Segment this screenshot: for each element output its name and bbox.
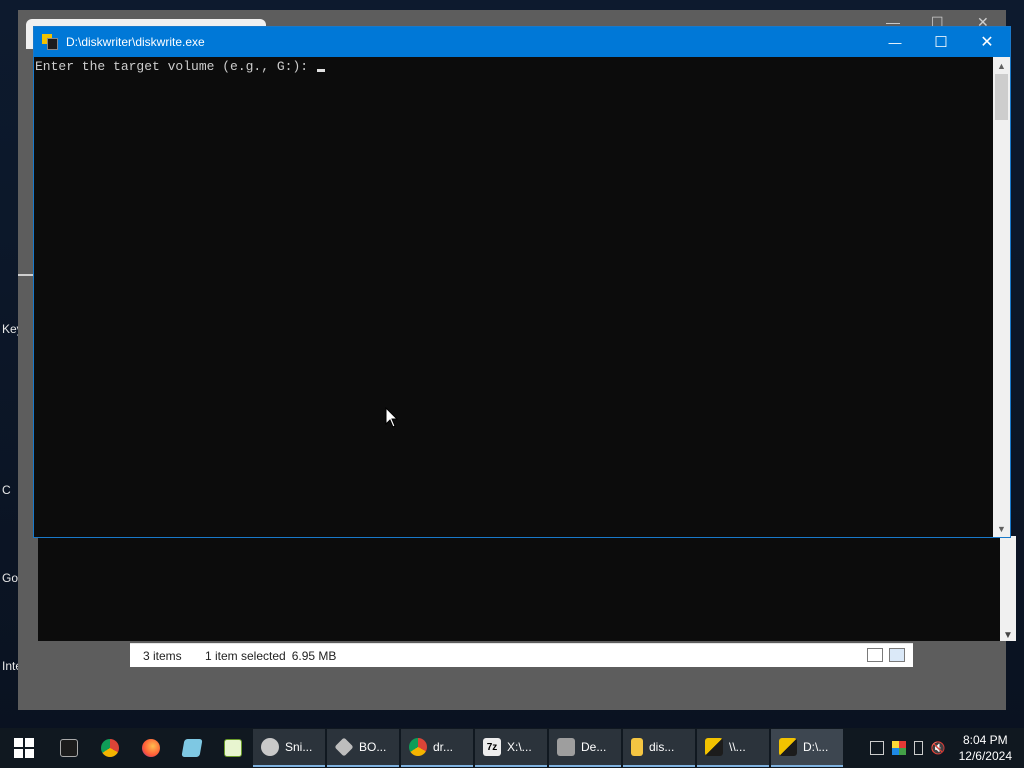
taskbar-item-label: BO... (359, 740, 387, 754)
scroll-down-icon[interactable]: ▼ (993, 520, 1010, 537)
explorer-scrollbar[interactable]: ▼ (1000, 536, 1016, 641)
taskbar-spreadsheet[interactable] (212, 728, 253, 768)
taskbar-notepad[interactable] (171, 728, 212, 768)
taskbar-item-label: Sni... (285, 740, 313, 754)
taskbar-item-label: X:\... (507, 740, 532, 754)
taskbar-item-snipping[interactable]: Sni... (253, 729, 325, 767)
scroll-down-icon[interactable]: ▼ (1003, 630, 1013, 641)
console-window[interactable]: D:\diskwriter\diskwrite.exe — ☐ ✕ Enter … (33, 26, 1011, 538)
console-titlebar[interactable]: D:\diskwriter\diskwrite.exe — ☐ ✕ (34, 27, 1010, 57)
console-scrollbar[interactable]: ▲ ▼ (993, 57, 1010, 537)
close-icon: ✕ (980, 34, 994, 51)
chrome-icon (100, 739, 119, 757)
snipping-icon (261, 738, 279, 756)
system-tray: 🔇 8:04 PM 12/6/2024 (869, 732, 1024, 764)
status-selection: 1 item selected (205, 648, 286, 663)
color-app-icon[interactable] (891, 741, 906, 755)
taskbar-firefox[interactable] (130, 728, 171, 768)
start-button[interactable] (0, 728, 48, 768)
clock-time: 8:04 PM (962, 733, 1008, 747)
usb-icon[interactable] (913, 741, 923, 755)
windows-logo-icon (14, 738, 34, 758)
taskbar-cmd[interactable] (48, 728, 89, 768)
taskbar-item-label: dr... (433, 740, 454, 754)
desktop-label-3[interactable]: Go (2, 571, 18, 585)
taskbar-item-console-1[interactable]: \\... (697, 729, 769, 767)
console-output[interactable]: Enter the target volume (e.g., G:): (34, 57, 994, 537)
scroll-thumb[interactable] (995, 74, 1008, 120)
view-toggle (867, 648, 905, 662)
console-app-icon (42, 34, 58, 50)
window-title: D:\diskwriter\diskwrite.exe (66, 35, 205, 49)
clock[interactable]: 8:04 PM 12/6/2024 (959, 732, 1012, 764)
clock-date: 12/6/2024 (958, 749, 1012, 763)
console-icon (779, 738, 797, 756)
explorer-status-bar: 3 items 1 item selected 6.95 MB (130, 643, 913, 667)
large-icons-view-icon[interactable] (889, 648, 905, 662)
text-cursor (316, 69, 325, 72)
close-button[interactable]: ✕ (964, 27, 1010, 57)
taskbar-item-7zip[interactable]: 7z X:\... (475, 729, 547, 767)
box-icon (334, 737, 354, 757)
taskbar-item-device[interactable]: De... (549, 729, 621, 767)
desktop-label-2[interactable]: C (2, 483, 11, 497)
taskbar-item-label: D:\... (803, 740, 829, 754)
explorer-sidebar-divider (18, 274, 33, 276)
maximize-button[interactable]: ☐ (918, 27, 964, 57)
taskbar-item-label: \\... (729, 740, 746, 754)
spreadsheet-icon (223, 739, 242, 757)
taskbar-item-label: dis... (649, 740, 675, 754)
console-icon (705, 738, 723, 756)
explorer-content-pane (38, 536, 1000, 641)
status-item-count: 3 items (143, 648, 182, 663)
mouse-pointer-icon (385, 407, 399, 428)
chrome-icon (409, 738, 427, 756)
taskbar-item-chrome[interactable]: dr... (401, 729, 473, 767)
maximize-icon: ☐ (934, 34, 948, 51)
notepad-icon (180, 739, 203, 757)
taskbar-item-box[interactable]: BO... (327, 729, 399, 767)
status-size: 6.95 MB (291, 648, 337, 663)
minimize-icon: — (888, 34, 902, 50)
7zip-icon: 7z (483, 738, 501, 756)
taskbar-item-folder[interactable]: dis... (623, 729, 695, 767)
network-icon[interactable] (869, 741, 884, 755)
details-view-icon[interactable] (867, 648, 883, 662)
minimize-button[interactable]: — (872, 27, 918, 57)
cmd-icon (59, 739, 78, 757)
device-icon (557, 738, 575, 756)
taskbar-chrome[interactable] (89, 728, 130, 768)
console-prompt: Enter the target volume (e.g., G:): (35, 59, 316, 74)
firefox-icon (141, 739, 160, 757)
taskbar: Sni... BO... dr... 7z X:\... De... dis..… (0, 728, 1024, 768)
taskbar-item-console-2[interactable]: D:\... (771, 729, 843, 767)
taskbar-item-label: De... (581, 740, 607, 754)
scroll-up-icon[interactable]: ▲ (993, 57, 1010, 74)
volume-muted-icon[interactable]: 🔇 (931, 741, 946, 755)
folder-icon (631, 738, 643, 756)
